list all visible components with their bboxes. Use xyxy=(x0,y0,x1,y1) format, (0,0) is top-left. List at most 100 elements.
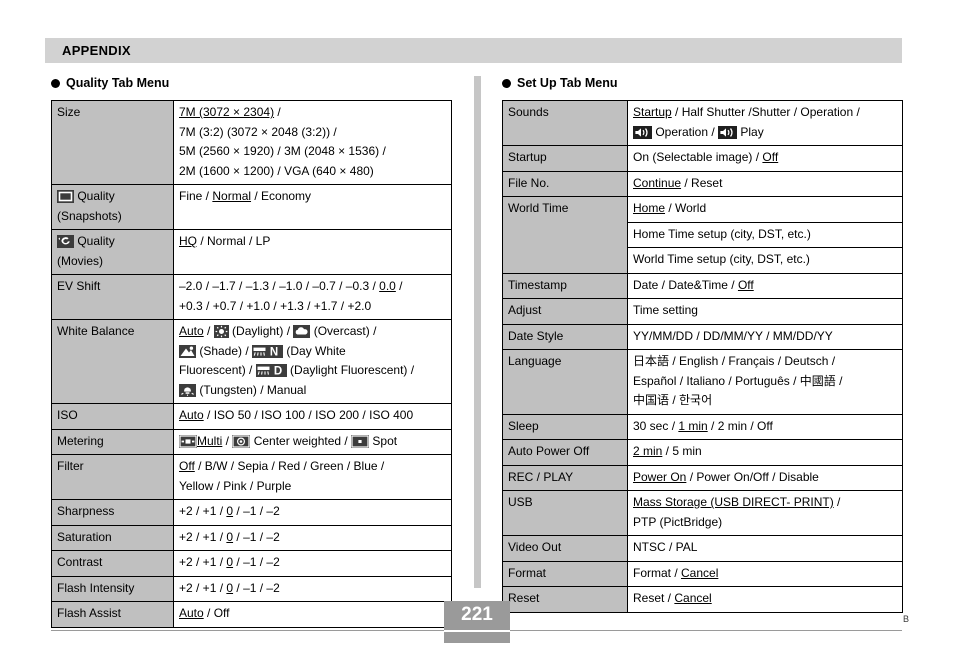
value-text: (Day White xyxy=(283,343,346,358)
default-value: Off xyxy=(179,459,195,473)
table-row: Adjust Time setting xyxy=(502,298,903,325)
value-line: Español / Italiano / Português / 中國語 / xyxy=(633,373,843,388)
multi-metering-icon xyxy=(179,434,197,448)
row-value-ev-shift: –2.0 / –1.7 / –1.3 / –1.0 / –0.7 / –0.3 … xyxy=(173,274,452,320)
speaker-icon xyxy=(633,125,652,139)
row-label-white-balance: White Balance xyxy=(51,319,174,404)
table-row: Flash Intensity +2 / +1 / 0 / –1 / –2 xyxy=(51,575,452,602)
table-row: White Balance Auto / (Daylight) / (Overc… xyxy=(51,319,452,404)
value-line: 7M (3072 × 2304) / xyxy=(179,103,446,123)
table-row: World Time Home / World xyxy=(502,196,903,274)
row-value-language: 日本語 / English / Français / Deutsch / Esp… xyxy=(627,349,903,415)
default-value: 1 min xyxy=(678,418,708,433)
default-value: Auto xyxy=(179,606,204,620)
value-text: / ISO 50 / ISO 100 / ISO 200 / ISO 400 xyxy=(203,408,414,422)
svg-text:N: N xyxy=(270,346,278,357)
default-value: Startup xyxy=(633,105,672,119)
table-row: Filter Off / B/W / Sepia / Red / Green /… xyxy=(51,454,452,500)
center-weighted-icon xyxy=(232,434,251,448)
row-value-auto-power-off: 2 min / 5 min xyxy=(627,439,903,466)
table-row: Sounds Startup / Half Shutter /Shutter /… xyxy=(502,100,903,146)
value-line: NTSC / PAL xyxy=(633,540,698,554)
table-row: Sharpness +2 / +1 / 0 / –1 / –2 xyxy=(51,499,452,526)
daylight-icon xyxy=(213,325,229,338)
value-line: Power On / Power On/Off / Disable xyxy=(633,468,897,488)
value-text: Center weighted / xyxy=(250,433,352,448)
bullet-icon xyxy=(502,79,511,88)
default-value: Auto xyxy=(179,408,204,422)
row-value-adjust: Time setting xyxy=(627,298,903,325)
row-label-filter: Filter xyxy=(51,454,174,500)
row-label-quality-snapshots: Quality (Snapshots) xyxy=(51,184,174,230)
value-line: +0.3 / +0.7 / +1.0 / +1.3 / +1.7 / +2.0 xyxy=(179,298,372,313)
row-label-flash-intensity: Flash Intensity xyxy=(51,575,174,602)
row-label-video-out: Video Out xyxy=(502,535,628,562)
table-row: Language 日本語 / English / Français / Deut… xyxy=(502,349,903,415)
default-value: 2 min xyxy=(633,444,663,458)
row-label-reset: Reset xyxy=(502,586,628,613)
value-line: Off / B/W / Sepia / Red / Green / Blue / xyxy=(179,457,446,477)
value-line: 30 sec / 1 min / 2 min / Off xyxy=(633,417,897,437)
setup-tab-menu-table: Sounds Startup / Half Shutter /Shutter /… xyxy=(502,100,903,613)
setup-tab-menu-column: Set Up Tab Menu Sounds Startup / Half Sh… xyxy=(502,76,903,613)
row-value-sounds: Startup / Half Shutter /Shutter / Operat… xyxy=(627,100,903,146)
shade-icon xyxy=(179,344,196,358)
value-text: +2 / +1 / xyxy=(179,529,227,544)
row-label-auto-power-off: Auto Power Off xyxy=(502,439,628,466)
default-value: Power On xyxy=(633,469,687,484)
row-value-iso: Auto / ISO 50 / ISO 100 / ISO 200 / ISO … xyxy=(173,403,452,430)
default-value: Off xyxy=(762,150,779,164)
row-label-world-time: World Time xyxy=(502,196,628,274)
row-label-flash-assist: Flash Assist xyxy=(51,601,174,628)
value-text: Fluorescent) / xyxy=(179,363,256,377)
value-text: / Normal / LP xyxy=(197,234,271,248)
value-line: 7M (3:2) (3072 × 2048 (3:2)) / xyxy=(179,124,337,139)
value-line: Mass Storage (USB DIRECT- PRINT) / xyxy=(633,493,897,513)
setup-tab-menu-heading: Set Up Tab Menu xyxy=(502,76,902,90)
value-line: Auto / Off xyxy=(179,604,446,624)
default-value: HQ xyxy=(179,234,197,248)
value-line: (Tungsten) / Manual xyxy=(179,381,446,401)
row-label-contrast: Contrast xyxy=(51,550,174,577)
row-value-world-time-mode: Home / World xyxy=(627,196,903,223)
row-value-home-time-setup: Home Time setup (city, DST, etc.) xyxy=(627,221,903,248)
table-row: EV Shift –2.0 / –1.7 / –1.3 / –1.0 / –0.… xyxy=(51,274,452,320)
row-label-ev-shift: EV Shift xyxy=(51,274,174,320)
table-row: File No. Continue / Reset xyxy=(502,170,903,197)
movie-quality-icon xyxy=(57,235,74,248)
tungsten-icon xyxy=(179,383,196,397)
value-text: / xyxy=(222,433,233,448)
footer-notch xyxy=(444,630,510,632)
value-line: Home / World xyxy=(633,199,897,219)
row-label-file-no: File No. xyxy=(502,170,628,197)
table-row: Contrast +2 / +1 / 0 / –1 / –2 xyxy=(51,550,452,577)
value-line: Multi / Center weighted / Spot xyxy=(179,432,446,452)
default-value: Multi xyxy=(197,433,223,448)
default-value: Normal xyxy=(212,189,252,203)
default-value: Auto xyxy=(179,324,204,338)
value-text: / 5 min xyxy=(662,444,702,458)
table-row: Startup On (Selectable image) / Off xyxy=(502,145,903,172)
value-line: Date / Date&Time / Off xyxy=(633,276,897,296)
value-text: / xyxy=(203,324,214,338)
row-value-flash-intensity: +2 / +1 / 0 / –1 / –2 xyxy=(173,575,452,602)
value-text: +2 / +1 / xyxy=(179,580,227,595)
quality-tab-menu-heading-text: Quality Tab Menu xyxy=(66,76,170,90)
value-line: 5M (2560 × 1920) / 3M (2048 × 1536) / xyxy=(179,144,386,158)
table-row: Saturation +2 / +1 / 0 / –1 / –2 xyxy=(51,524,452,551)
value-line: 日本語 / English / Français / Deutsch / xyxy=(633,354,836,368)
row-label-subtext: (Movies) xyxy=(57,253,104,268)
snapshot-quality-icon xyxy=(57,190,74,203)
row-value-date-style: YY/MM/DD / DD/MM/YY / MM/DD/YY xyxy=(627,323,903,350)
row-value-sharpness: +2 / +1 / 0 / –1 / –2 xyxy=(173,499,452,526)
value-line: 2 min / 5 min xyxy=(633,442,897,462)
value-text: / –1 / –2 xyxy=(233,580,280,595)
value-line: On (Selectable image) / Off xyxy=(633,148,897,168)
value-line: Auto / (Daylight) / (Overcast) / xyxy=(179,322,446,342)
value-text: Fine / xyxy=(179,189,213,203)
value-line: Yellow / Pink / Purple xyxy=(179,478,292,493)
value-text: / –1 / –2 xyxy=(233,504,280,518)
value-text: / xyxy=(833,495,841,509)
column-divider xyxy=(474,76,481,588)
value-text: (Shade) / xyxy=(196,343,253,358)
